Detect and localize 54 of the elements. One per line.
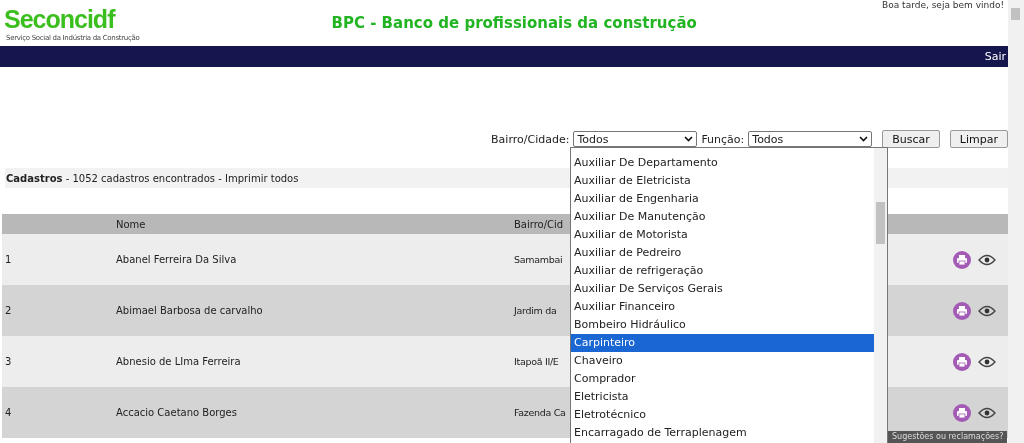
clear-button[interactable]: Limpar [949, 130, 1008, 148]
row-number: 3 [4, 356, 12, 367]
print-icon[interactable] [953, 403, 971, 422]
print-icon[interactable] [953, 301, 971, 320]
dropdown-option[interactable]: Eletricista [571, 388, 874, 406]
caret-icon [859, 136, 869, 142]
dropdown-option[interactable]: Eletrotécnico [571, 406, 874, 424]
dropdown-option[interactable]: Auxiliar De Manutenção [571, 208, 874, 226]
name-cell-text: Abimael Barbosa de carvalho [115, 305, 263, 316]
row-number: 4 [4, 407, 12, 418]
dropdown-option[interactable]: Auxiliar De Serviços Gerais [571, 280, 874, 298]
city-cell-text: Fazenda Ca [513, 407, 566, 418]
caret-icon [684, 136, 694, 142]
role-select[interactable]: Todos [748, 131, 873, 147]
page-title: BPC - Banco de profissionais da construção [331, 14, 697, 32]
dropdown-option[interactable]: Auxiliar de refrigeração [571, 262, 874, 280]
print-all-link[interactable]: Imprimir todos [224, 172, 299, 184]
dropdown-option[interactable]: Auxiliar de Pedreiro [571, 244, 874, 262]
dropdown-option[interactable]: Auxiliar Financeiro [571, 298, 874, 316]
role-label: Função: [701, 132, 745, 146]
page-scrollbar[interactable] [1008, 0, 1024, 443]
summary-text: Cadastros - 1052 cadastros encontrados - Imprimir todos [6, 172, 299, 184]
print-icon[interactable] [953, 352, 971, 371]
dropdown-option[interactable]: Bombeiro Hidráulico [571, 316, 874, 334]
logout-link[interactable]: Sair [984, 50, 1006, 63]
eye-icon[interactable] [978, 406, 996, 419]
greeting-text: Boa tarde, seja bem vindo! [882, 0, 1004, 10]
dropdown-option[interactable]: Comprador [571, 370, 874, 388]
print-icon[interactable] [953, 250, 971, 269]
eye-icon[interactable] [978, 355, 996, 368]
feedback-tab[interactable]: Sugestões ou reclamações? [888, 431, 1008, 443]
column-header: Nome [115, 218, 146, 230]
row-number: 2 [4, 305, 12, 316]
eye-icon[interactable] [978, 304, 996, 317]
name-cell-text: Abnesio de LIma Ferreira [115, 356, 241, 367]
city-cell-text: Jardim da [512, 305, 557, 316]
dropdown-option[interactable]: Auxiliar de Engenharia [571, 190, 874, 208]
dropdown-option[interactable]: Auxiliar De Departamento [571, 154, 874, 172]
row-number: 1 [4, 254, 12, 265]
city-label: Bairro/Cidade: [491, 132, 570, 146]
dropdown-option[interactable]: Auxiliar de Motorista [571, 226, 874, 244]
city-cell-text: Samambai [513, 254, 563, 265]
search-button[interactable]: Buscar [882, 130, 940, 148]
dropdown-option[interactable]: Chaveiro [571, 352, 874, 370]
column-header: Bairro/Cid [513, 218, 564, 230]
dropdown-option[interactable]: Encarragado de Terraplenagem [571, 424, 874, 442]
dropdown-option[interactable]: Carpinteiro [571, 334, 874, 352]
eye-icon[interactable] [978, 253, 996, 266]
name-cell-text: Accacio Caetano Borges [115, 407, 237, 418]
city-cell-text: Itapoã II/E [513, 356, 559, 367]
name-cell-text: Abanel Ferreira Da Silva [115, 254, 237, 265]
dropdown-option[interactable]: Auxiliar de Eletricista [571, 172, 874, 190]
dropdown-scrollbar[interactable] [874, 148, 887, 443]
city-select[interactable]: Todos [573, 131, 698, 147]
